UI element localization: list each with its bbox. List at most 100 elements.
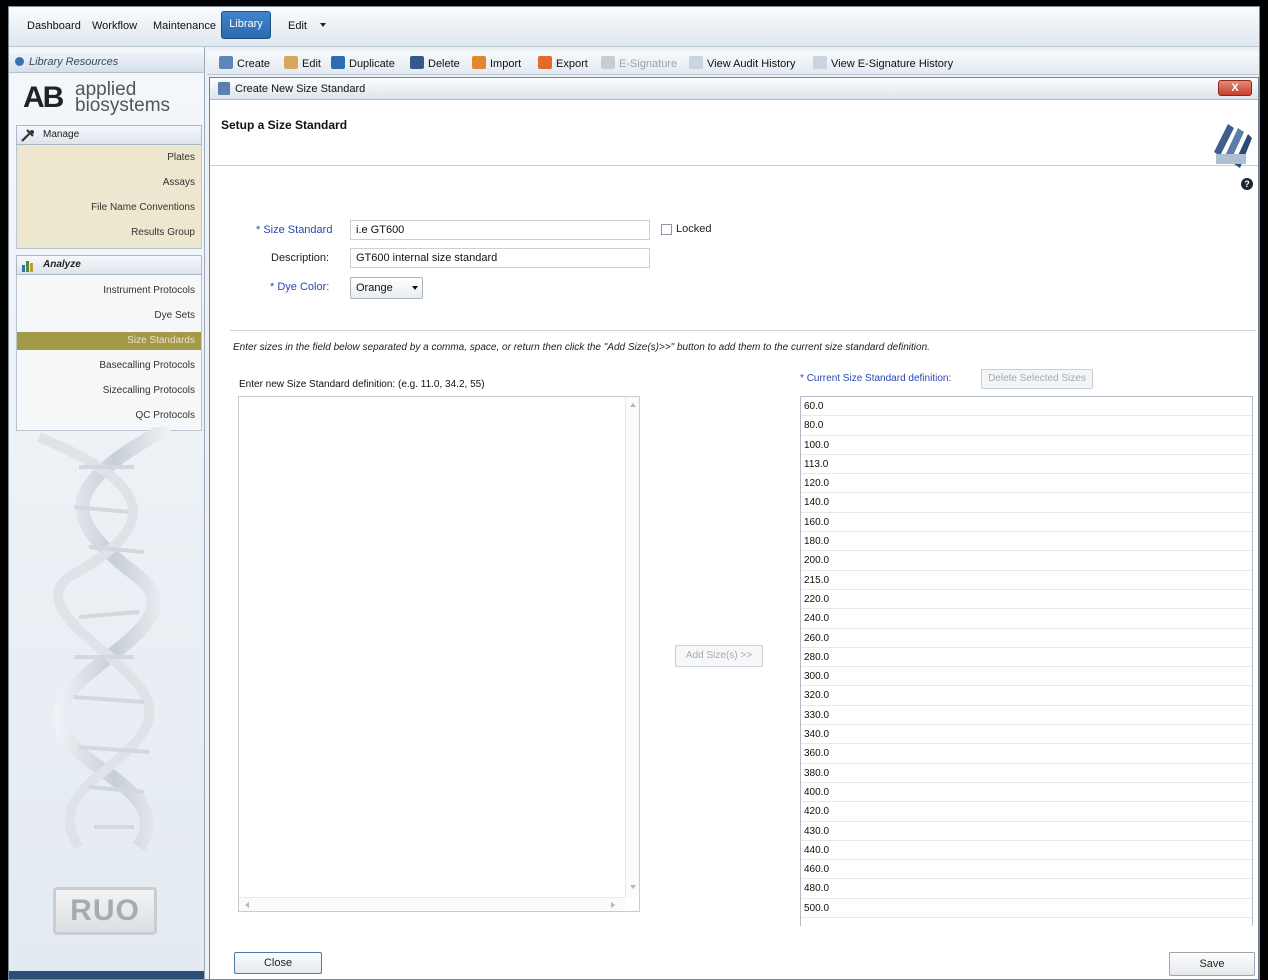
dye-color-value: Orange — [356, 282, 393, 294]
help-icon[interactable]: ? — [1241, 178, 1253, 190]
bar-chart-icon — [22, 261, 33, 272]
signature-icon — [601, 56, 615, 69]
edit-label: Edit — [302, 58, 321, 70]
library-books-icon — [1214, 124, 1252, 168]
sidebar-item-basecalling-protocols[interactable]: Basecalling Protocols — [99, 360, 195, 371]
list-item[interactable]: 160.0 — [801, 513, 1252, 533]
list-item[interactable]: 180.0 — [801, 532, 1252, 552]
create-label: Create — [237, 58, 271, 70]
size-standard-input[interactable]: i.e GT600 — [350, 220, 650, 240]
chevron-down-icon[interactable] — [320, 23, 326, 27]
ruo-badge: RUO — [53, 887, 157, 935]
tools-icon — [21, 129, 34, 142]
sidebar-item-instrument-protocols[interactable]: Instrument Protocols — [103, 285, 195, 296]
list-item[interactable]: 320.0 — [801, 686, 1252, 706]
nav-maintenance[interactable]: Maintenance — [153, 20, 216, 32]
nav-workflow[interactable]: Workflow — [92, 20, 137, 32]
list-item[interactable]: 300.0 — [801, 667, 1252, 687]
list-item[interactable]: 330.0 — [801, 706, 1252, 726]
sidebar-item-assays[interactable]: Assays — [163, 177, 195, 188]
list-item[interactable]: 440.0 — [801, 841, 1252, 861]
list-item[interactable]: 380.0 — [801, 764, 1252, 783]
list-item[interactable]: 140.0 — [801, 493, 1252, 513]
nav-dashboard[interactable]: Dashboard — [27, 20, 81, 32]
sidebar-item-plates[interactable]: Plates — [167, 152, 195, 163]
locked-label: Locked — [676, 223, 712, 235]
create-button[interactable]: Create — [219, 56, 270, 72]
sidebar-item-sizecalling-protocols[interactable]: Sizecalling Protocols — [103, 385, 195, 396]
new-definition-label: Enter new Size Standard definition: (e.g… — [239, 379, 485, 390]
sidebar-item-dye-sets[interactable]: Dye Sets — [154, 310, 195, 321]
duplicate-label: Duplicate — [349, 58, 395, 70]
page-title: Setup a Size Standard — [221, 118, 348, 132]
list-item[interactable]: 500.0 — [801, 899, 1252, 919]
vertical-scrollbar[interactable] — [625, 397, 639, 897]
list-item[interactable]: 120.0 — [801, 474, 1252, 494]
list-item[interactable]: 340.0 — [801, 725, 1252, 745]
analyze-list: Instrument Protocols Dye Sets Size Stand… — [16, 275, 202, 431]
list-item[interactable]: 460.0 — [801, 860, 1252, 880]
sidebar-item-file-name-conventions[interactable]: File Name Conventions — [91, 202, 195, 213]
scroll-up-icon[interactable] — [630, 403, 636, 407]
list-item[interactable]: 80.0 — [801, 416, 1252, 436]
current-size-list[interactable]: 60.0 80.0 100.0 113.0 120.0 140.0 160.0 … — [800, 396, 1253, 926]
save-button[interactable]: Save — [1169, 952, 1255, 976]
list-item[interactable]: 260.0 — [801, 629, 1252, 648]
sidebar-item-size-standards[interactable]: Size Standards — [17, 332, 201, 350]
list-item[interactable]: 100.0 — [801, 436, 1252, 455]
add-sizes-button[interactable]: Add Size(s) >> — [675, 645, 763, 667]
view-e-signature-history-button[interactable]: View E-Signature History — [813, 56, 953, 72]
list-item[interactable]: 200.0 — [801, 551, 1252, 571]
list-item[interactable]: 280.0 — [801, 648, 1252, 668]
pencil-icon — [284, 56, 298, 69]
edit-button[interactable]: Edit — [284, 56, 321, 72]
scroll-down-icon[interactable] — [630, 885, 636, 889]
chevron-down-icon — [412, 286, 418, 290]
import-label: Import — [490, 58, 522, 70]
list-item[interactable]: 220.0 — [801, 590, 1252, 610]
list-item[interactable]: 430.0 — [801, 822, 1252, 841]
delete-button[interactable]: Delete — [410, 56, 460, 72]
list-item[interactable]: 400.0 — [801, 783, 1252, 803]
section-analyze[interactable]: Analyze — [16, 255, 202, 275]
list-item[interactable]: 240.0 — [801, 609, 1252, 629]
list-item[interactable]: 480.0 — [801, 879, 1252, 899]
audit-icon — [689, 56, 703, 69]
view-audit-history-button[interactable]: View Audit History — [689, 56, 795, 72]
export-button[interactable]: Export — [538, 56, 588, 72]
dye-color-label: * Dye Color: — [270, 281, 329, 293]
view-audit-history-label: View Audit History — [707, 58, 796, 70]
dye-color-select[interactable]: Orange — [350, 277, 423, 299]
import-button[interactable]: Import — [472, 56, 521, 72]
dna-helix-graphic — [37, 427, 173, 851]
sidebar-item-results-group[interactable]: Results Group — [131, 227, 195, 238]
list-item[interactable]: 113.0 — [801, 455, 1252, 475]
section-manage-label: Manage — [43, 129, 80, 140]
top-navigation: Dashboard Workflow Maintenance Library E… — [9, 7, 1259, 47]
list-item[interactable]: 420.0 — [801, 802, 1252, 822]
duplicate-button[interactable]: Duplicate — [331, 56, 395, 72]
new-definition-textarea[interactable] — [238, 396, 640, 912]
scroll-left-icon[interactable] — [245, 902, 249, 908]
e-signature-button[interactable]: E-Signature — [601, 56, 677, 72]
delete-selected-sizes-button[interactable]: Delete Selected Sizes — [981, 369, 1093, 389]
horizontal-scrollbar[interactable] — [239, 897, 625, 911]
e-signature-label: E-Signature — [619, 58, 678, 70]
export-icon — [538, 56, 552, 69]
list-item[interactable]: 60.0 — [801, 397, 1252, 417]
dialog-window-title: Create New Size Standard — [235, 83, 366, 95]
list-item[interactable]: 360.0 — [801, 744, 1252, 764]
scroll-right-icon[interactable] — [611, 902, 615, 908]
nav-edit-menu[interactable]: Edit — [288, 20, 307, 32]
close-button[interactable]: Close — [234, 952, 322, 974]
required-mark: * — [256, 224, 261, 236]
section-manage[interactable]: Manage — [16, 125, 202, 145]
description-input[interactable]: GT600 internal size standard — [350, 248, 650, 268]
list-item[interactable]: 215.0 — [801, 571, 1252, 590]
applied-biosystems-logo: AB applied biosystems — [17, 79, 197, 119]
sidebar-item-qc-protocols[interactable]: QC Protocols — [136, 410, 195, 421]
sidebar-footer-bar — [9, 971, 204, 979]
locked-checkbox[interactable] — [661, 224, 672, 235]
nav-library[interactable]: Library — [221, 11, 271, 39]
close-icon[interactable]: X — [1218, 80, 1252, 96]
